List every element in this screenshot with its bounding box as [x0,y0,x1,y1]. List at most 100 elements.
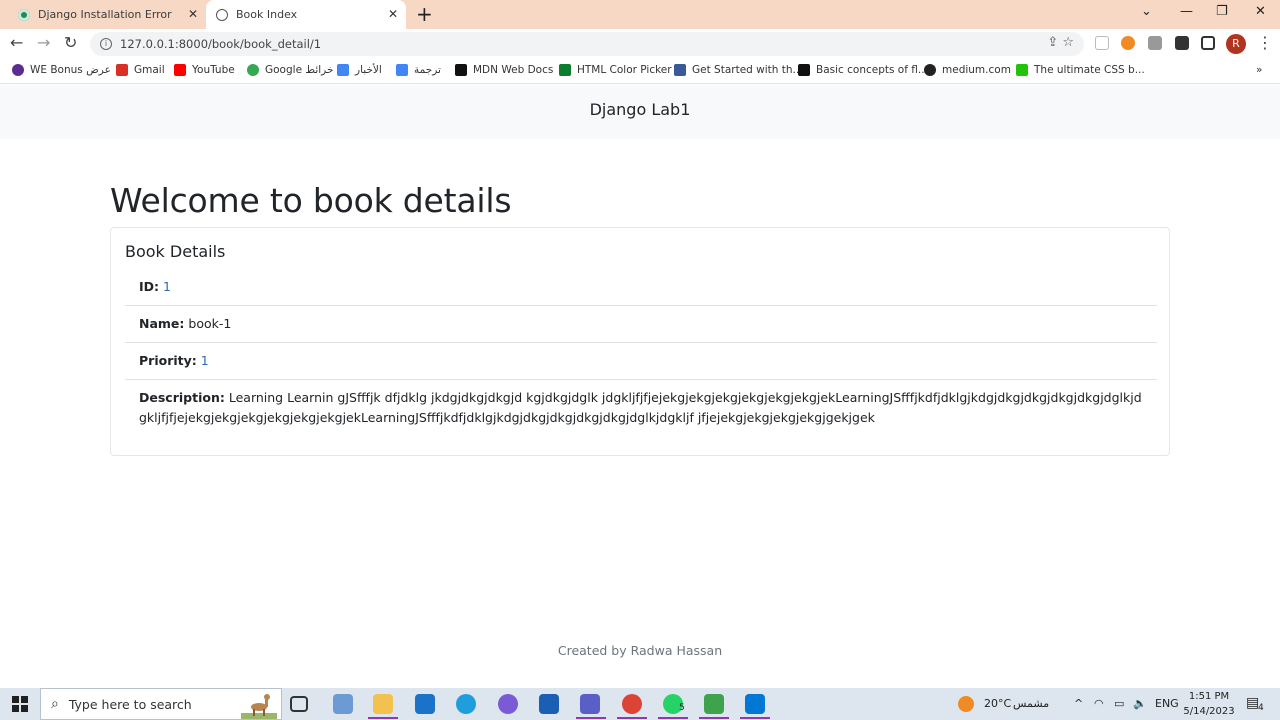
taskbar-search-box[interactable]: ⌕ Type here to search [40,688,282,720]
share-and-bookmark-star-icon[interactable]: ⇪ ☆ [1047,35,1074,50]
search-icon: ⌕ [51,696,59,712]
browser-tab-strip: Django Installation Error ✕ Book Index ✕… [0,0,1280,29]
bookmark-we-bonus[interactable]: WE Bonus عرض [12,64,111,76]
description-value: Learning Learnin gJSfffjk dfjdklg jkdgjd… [139,390,1142,425]
extension-orange-icon[interactable] [1121,36,1135,50]
teams-icon[interactable] [580,694,600,714]
bookmark-gmail[interactable]: Gmail [116,64,165,76]
weather-temperature[interactable]: 20°C [984,697,1011,710]
app-icon[interactable] [704,694,724,714]
show-hidden-icons-chevron-icon[interactable]: ^ [1074,697,1083,710]
google-news-icon [337,64,349,76]
site-navbar: Django Lab1 [0,85,1280,139]
address-bar[interactable]: i 127.0.0.1:8000/book/book_detail/1 ⇪ ☆ [90,32,1084,56]
network-icon[interactable]: ◠ [1094,697,1104,710]
deer-illustration-icon [241,694,277,719]
w3schools-icon [559,64,571,76]
mail-icon[interactable] [415,694,435,714]
system-clock[interactable]: 1:51 PM 5/14/2023 [1183,689,1235,719]
volume-icon[interactable]: 🔈 [1133,697,1147,710]
close-tab-icon[interactable]: ✕ [188,8,198,20]
tab-search-chevron-icon[interactable]: ⌄ [1141,4,1152,19]
file-explorer-icon[interactable] [373,694,393,714]
bookmark-mdn[interactable]: MDN Web Docs [455,64,553,76]
url-text[interactable]: 127.0.0.1:8000/book/book_detail/1 [120,37,321,51]
whatsapp-badge: 5 [679,703,685,713]
tab-title: Book Index [236,8,298,21]
tab-book-index[interactable]: Book Index ✕ [206,0,406,29]
bookmark-get-started[interactable]: Get Started with th... [674,64,803,76]
restore-window-button[interactable]: ❐ [1216,4,1228,19]
description-label: Description: [139,390,225,405]
input-language[interactable]: ENG [1155,697,1179,710]
new-tab-button[interactable]: + [416,4,433,24]
teams-active-indicator [576,717,606,719]
bookmark-medium[interactable]: medium.com [924,64,1011,76]
search-placeholder[interactable]: Type here to search [69,697,192,712]
name-label: Name: [139,316,185,331]
priority-value: 1 [200,353,209,368]
list-item-id: ID: 1 [125,269,1157,306]
close-window-button[interactable]: ✕ [1255,4,1266,19]
mdn-icon [455,64,467,76]
site-info-icon[interactable]: i [100,38,112,50]
edge-icon[interactable] [456,694,476,714]
copilot-icon[interactable] [498,694,518,714]
bookmark-ultimate-css[interactable]: The ultimate CSS b... [1016,64,1145,76]
medium-m-icon [798,64,810,76]
weather-sun-icon[interactable] [958,696,974,712]
bookmark-html-color-picker[interactable]: HTML Color Picker [559,64,672,76]
back-arrow-icon[interactable]: ← [10,34,23,52]
clock-date: 5/14/2023 [1183,706,1235,717]
puzzle-extensions-icon[interactable] [1175,36,1189,50]
clock-time: 1:51 PM [1188,691,1230,702]
tab-title: Django Installation Error [38,8,172,21]
more-bookmarks-chevron-icon[interactable]: » [1256,64,1262,76]
card-title: Book Details [125,242,226,261]
we-icon [12,64,24,76]
id-label: ID: [139,279,160,294]
close-tab-icon[interactable]: ✕ [388,8,398,20]
windows-start-icon[interactable] [12,696,28,712]
minimize-window-button[interactable]: — [1180,4,1193,19]
weather-condition[interactable]: مشمس [1013,697,1049,710]
code-icon [674,64,686,76]
tab-django-installation-error[interactable]: Django Installation Error ✕ [8,0,206,29]
globe-icon [924,64,936,76]
whatsapp-active-indicator [658,717,688,719]
list-item-priority: Priority: 1 [125,343,1157,380]
battery-icon[interactable]: ▭ [1114,697,1124,710]
id-value: 1 [163,279,171,294]
profile-avatar[interactable]: R [1226,34,1246,54]
navbar-brand[interactable]: Django Lab1 [0,100,1280,119]
vscode-icon[interactable] [745,694,765,714]
list-item-description: Description: Learning Learnin gJSfffjk d… [125,380,1157,436]
book-details-card: Book Details ID: 1 Name: book-1 Priority… [110,227,1170,456]
bookmark-news[interactable]: الأخبار [337,64,382,76]
bookmark-youtube[interactable]: YouTube [174,64,235,76]
css-site-icon [1016,64,1028,76]
chrome-active-indicator [617,717,647,719]
gmail-icon [116,64,128,76]
camera-extension-icon[interactable] [1148,36,1162,50]
more-menu-icon[interactable]: ⋮ [1257,34,1273,52]
youtube-icon [174,64,186,76]
windows-taskbar: ⌕ Type here to search 5 20°C مشمس ^ ◠ ▭ … [0,688,1280,720]
side-panel-icon[interactable] [1201,36,1215,50]
file-app-icon[interactable] [333,694,353,714]
browser-toolbar: ← → ↻ i 127.0.0.1:8000/book/book_detail/… [0,29,1280,59]
forward-arrow-icon[interactable]: → [37,34,50,52]
google-translate-icon [396,64,408,76]
bookmark-basic-concepts[interactable]: Basic concepts of fl... [798,64,928,76]
name-value: book-1 [188,316,232,331]
book-details-list: ID: 1 Name: book-1 Priority: 1 Descripti… [125,269,1157,436]
reload-icon[interactable]: ↻ [64,34,77,52]
task-view-icon[interactable] [290,696,308,712]
store-icon[interactable] [539,694,559,714]
chatgpt-favicon-icon [18,8,30,21]
bookmark-translate[interactable]: ترجمة [396,64,441,76]
extension-reader-icon[interactable] [1095,36,1109,50]
file-explorer-active-indicator [368,717,398,719]
bookmark-google-maps[interactable]: Google خرائط [247,64,333,76]
chrome-icon[interactable] [622,694,642,714]
